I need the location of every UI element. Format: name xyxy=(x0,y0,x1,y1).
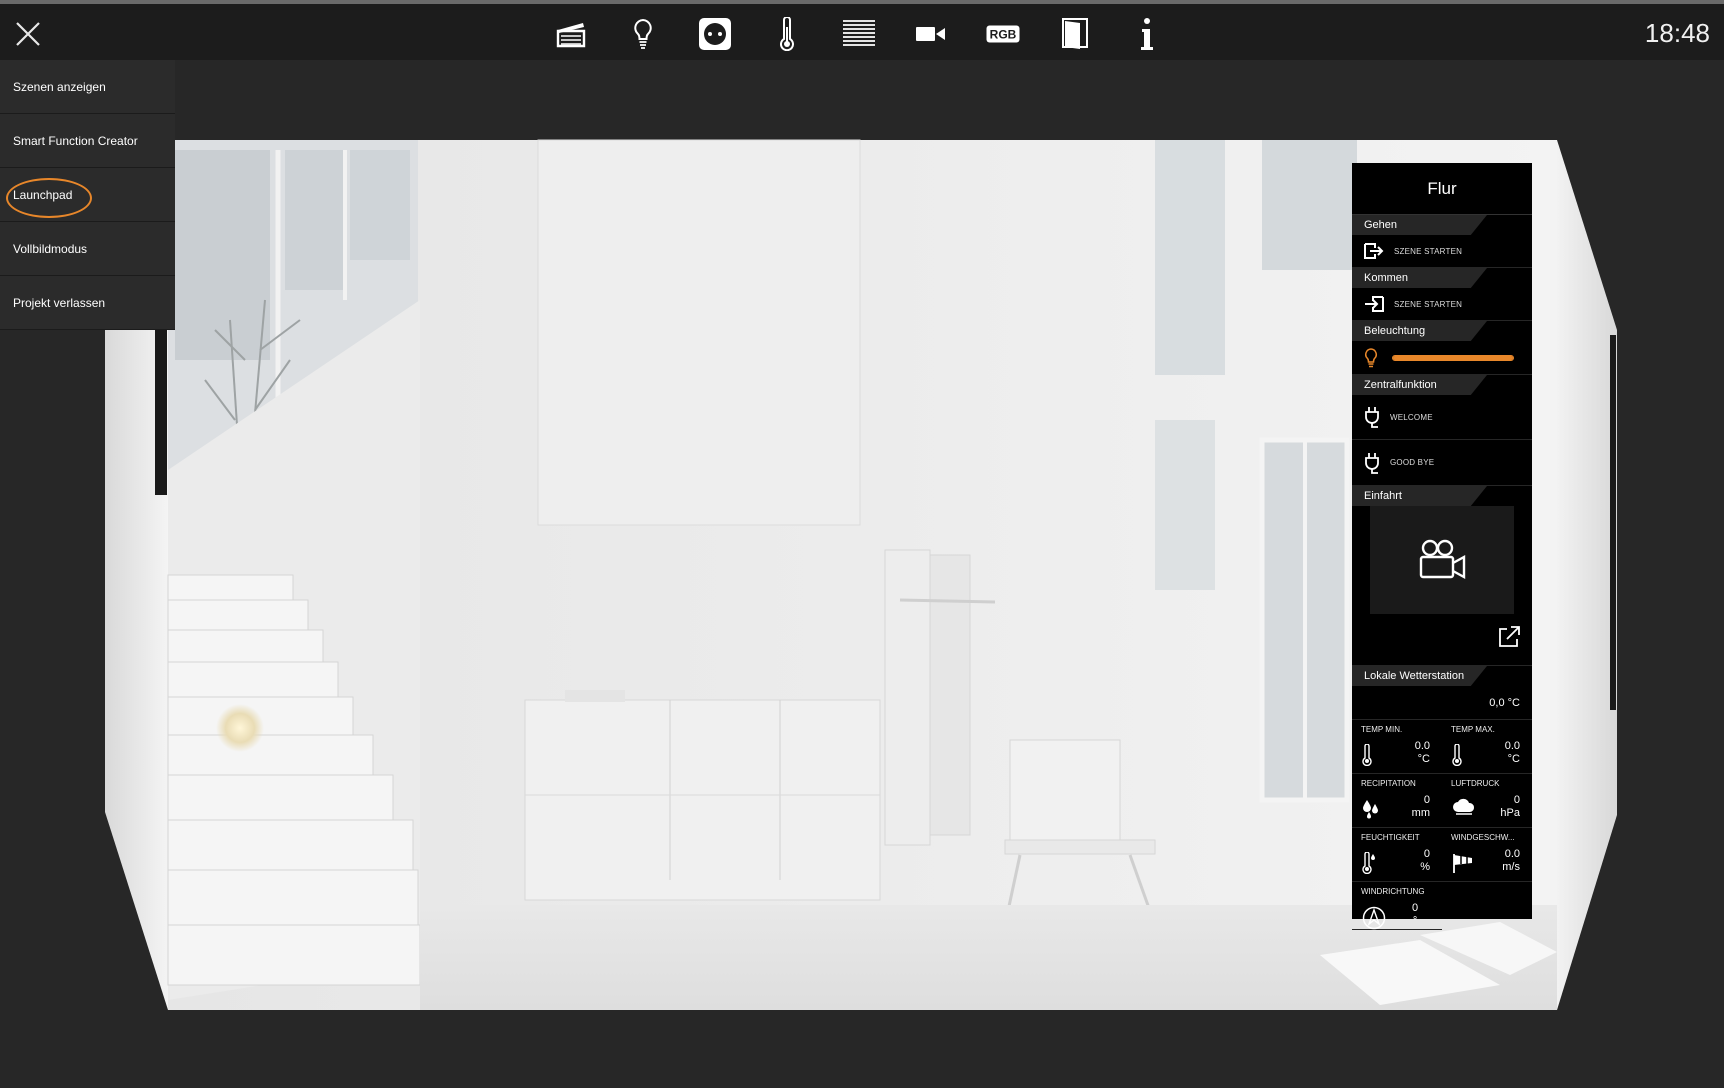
compass-icon xyxy=(1362,906,1386,930)
menu-item-szenen[interactable]: Szenen anzeigen xyxy=(0,60,175,114)
goodbye-button[interactable]: GOOD BYE xyxy=(1352,440,1532,486)
weather-temp-max: TEMP MAX. 0.0 °C xyxy=(1442,720,1532,774)
door-icon[interactable] xyxy=(1039,12,1111,56)
section-wetterstation: Lokale Wetterstation xyxy=(1352,666,1532,686)
cloud-icon xyxy=(1453,798,1475,815)
menu-item-vollbildmodus[interactable]: Vollbildmodus xyxy=(0,222,175,276)
section-beleuchtung: Beleuchtung xyxy=(1352,321,1532,341)
weather-grid: TEMP MIN. 0.0 °C TEMP MAX. 0.0 °C RECIPITA… xyxy=(1352,720,1532,930)
panel-title: Flur xyxy=(1352,163,1532,215)
category-icon-bar: RGB xyxy=(535,12,1183,56)
blinds-icon[interactable] xyxy=(823,12,895,56)
socket-icon[interactable] xyxy=(679,12,751,56)
einfahrt-camera-tile[interactable] xyxy=(1370,506,1514,614)
kommen-scene-start[interactable]: SZENE STARTEN xyxy=(1352,288,1532,321)
clock: 18:48 xyxy=(1644,18,1710,48)
close-icon[interactable] xyxy=(12,18,44,50)
kommen-action-label: SZENE STARTEN xyxy=(1394,299,1463,309)
plug-icon xyxy=(1365,452,1379,474)
side-menu: Szenen anzeigen Smart Function Creator L… xyxy=(0,60,175,330)
bulb-icon xyxy=(1365,347,1377,367)
section-kommen: Kommen xyxy=(1352,268,1532,288)
weather-wind-direction: WINDRICHTUNG 0 ° xyxy=(1352,882,1442,930)
windsock-icon xyxy=(1453,854,1472,873)
thermometer-icon[interactable] xyxy=(751,12,823,56)
thermometer-icon xyxy=(1452,744,1462,766)
menu-item-smart-function-creator[interactable]: Smart Function Creator xyxy=(0,114,175,168)
gehen-action-label: SZENE STARTEN xyxy=(1394,246,1463,256)
rgb-label: RGB xyxy=(990,28,1017,42)
goodbye-label: GOOD BYE xyxy=(1390,458,1435,467)
beleuchtung-row xyxy=(1352,341,1532,375)
exit-icon xyxy=(1364,243,1384,259)
camera-icon[interactable] xyxy=(895,12,967,56)
top-toolbar: RGB 18:48 xyxy=(0,4,1724,60)
rgb-icon[interactable]: RGB xyxy=(967,12,1039,56)
thermometer-icon xyxy=(1362,744,1372,766)
weather-temp-min: TEMP MIN. 0.0 °C xyxy=(1352,720,1442,774)
enter-icon xyxy=(1365,296,1384,312)
weather-air-pressure: LUFTDRUCK 0 hPa xyxy=(1442,774,1532,828)
section-zentralfunktion: Zentralfunktion xyxy=(1352,375,1532,395)
scenes-icon[interactable] xyxy=(535,12,607,56)
welcome-label: WELCOME xyxy=(1390,412,1433,422)
video-camera-icon xyxy=(1419,539,1466,580)
weather-precipitation: RECIPITATION 0 mm xyxy=(1352,774,1442,828)
humidity-icon xyxy=(1362,852,1375,874)
menu-item-projekt-verlassen[interactable]: Projekt verlassen xyxy=(0,276,175,330)
section-einfahrt: Einfahrt xyxy=(1352,486,1532,506)
info-icon[interactable] xyxy=(1111,12,1183,56)
gehen-scene-start[interactable]: SZENE STARTEN xyxy=(1352,235,1532,268)
current-temperature: 0,0 °C xyxy=(1352,686,1532,720)
weather-wind-speed: WINDGESCHW... 0.0 m/s xyxy=(1442,828,1532,882)
plug-icon xyxy=(1365,407,1379,428)
rain-drops-icon xyxy=(1363,800,1378,819)
brightness-slider-fill xyxy=(1393,355,1513,360)
room-control-panel: Flur Gehen SZENE STARTEN Kommen SZENE ST… xyxy=(1352,163,1532,930)
external-link-icon[interactable] xyxy=(1498,626,1520,648)
bulb-icon[interactable] xyxy=(607,12,679,56)
weather-humidity: FEUCHTIGKEIT 0% xyxy=(1352,828,1442,882)
menu-item-launchpad[interactable]: Launchpad xyxy=(0,168,175,222)
section-gehen: Gehen xyxy=(1352,215,1532,235)
external-link-row xyxy=(1352,614,1532,666)
welcome-button[interactable]: WELCOME xyxy=(1352,395,1532,440)
brightness-slider[interactable] xyxy=(1392,354,1514,361)
